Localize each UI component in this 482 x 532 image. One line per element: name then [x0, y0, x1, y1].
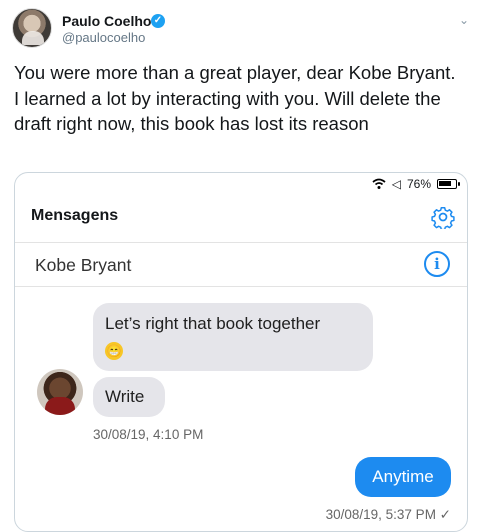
- author-handle[interactable]: @paulocoelho: [62, 30, 145, 45]
- battery-percent: 76%: [406, 177, 431, 191]
- info-icon[interactable]: i: [424, 251, 450, 277]
- chevron-down-icon[interactable]: ⌄: [458, 14, 470, 26]
- verified-badge-icon: ✓: [151, 14, 165, 28]
- message-timestamp: 30/08/19, 4:10 PM: [93, 427, 204, 442]
- author-name[interactable]: Paulo Coelho: [62, 13, 151, 29]
- page-title: Mensagens: [31, 207, 119, 224]
- wifi-icon: [372, 178, 386, 190]
- tweet-header: Paulo Coelho ✓ @paulocoelho ⌄: [12, 8, 470, 52]
- contact-name[interactable]: Kobe Bryant: [35, 255, 131, 276]
- contact-bar: Kobe Bryant i: [15, 243, 467, 287]
- author-avatar[interactable]: [12, 8, 52, 48]
- embedded-screenshot: ◁ 76% Mensagens Kobe Bryant i Let’s righ…: [14, 172, 468, 532]
- battery-icon: [437, 179, 460, 189]
- gear-icon[interactable]: [431, 205, 455, 229]
- message-bubble-outgoing[interactable]: Anytime: [355, 457, 451, 497]
- message-timestamp: 30/08/19, 5:37 PM ✓: [325, 507, 451, 522]
- status-bar: ◁ 76%: [372, 176, 460, 192]
- title-bar: Mensagens: [15, 193, 467, 243]
- signal-icon: ◁: [391, 177, 401, 191]
- message-text: Let’s right that book together: [105, 314, 321, 333]
- tweet-text: You were more than a great player, dear …: [14, 62, 456, 134]
- contact-avatar[interactable]: [37, 369, 83, 415]
- message-bubble-incoming[interactable]: Write: [93, 377, 165, 417]
- message-bubble-incoming[interactable]: Let’s right that book together 😁: [93, 303, 373, 371]
- message-text: Anytime: [372, 467, 434, 486]
- message-text: Write: [105, 387, 145, 406]
- grinning-emoji-icon: 😁: [105, 342, 123, 360]
